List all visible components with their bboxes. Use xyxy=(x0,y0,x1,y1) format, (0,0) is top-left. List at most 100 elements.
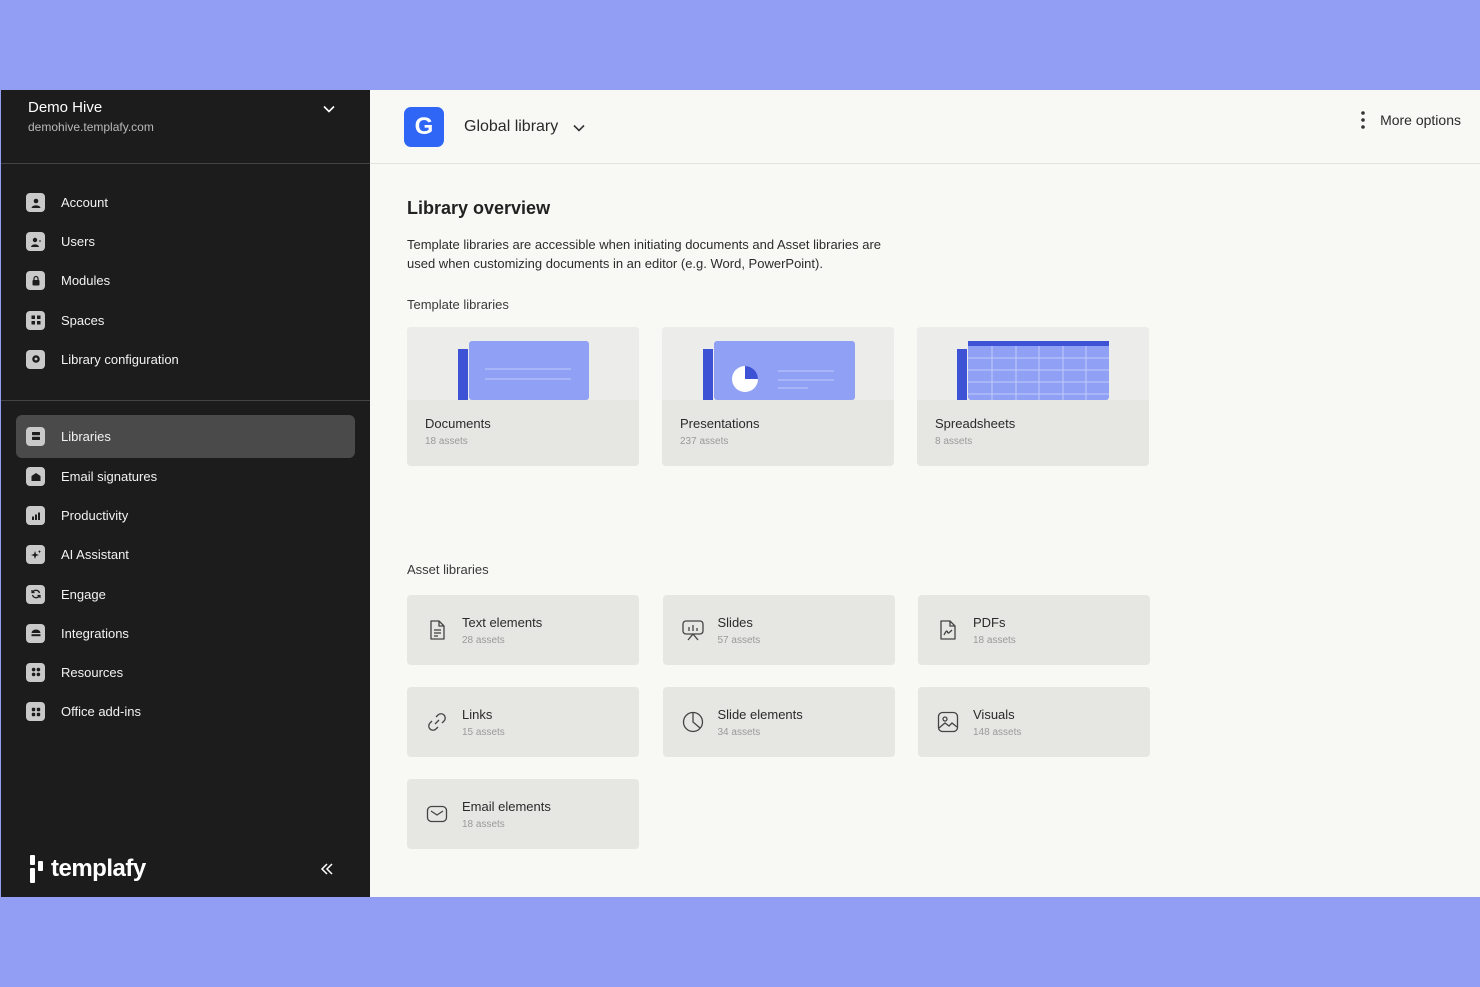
sidebar-item-label: Integrations xyxy=(61,625,129,641)
org-domain: demohive.templafy.com xyxy=(28,120,154,134)
sidebar-item-label: Resources xyxy=(61,664,124,680)
more-options-button[interactable]: More options xyxy=(1360,110,1461,130)
template-library-list: Documents 18 assets Presentations 237 as… xyxy=(407,327,1480,466)
sidebar-item-label: Account xyxy=(61,195,108,211)
sidebar-item-label: AI Assistant xyxy=(61,547,129,563)
users-icon xyxy=(26,232,45,252)
spaces-icon xyxy=(26,310,45,330)
refresh-icon xyxy=(26,584,45,604)
asset-card-email-elements[interactable]: Email elements 18 assets xyxy=(407,779,639,849)
envelope-icon xyxy=(426,805,448,823)
template-card-documents[interactable]: Documents 18 assets xyxy=(407,327,639,466)
template-name: Spreadsheets xyxy=(935,416,1016,431)
asset-card-slide-elements[interactable]: Slide elements 34 assets xyxy=(662,687,895,757)
addins-icon xyxy=(26,702,45,722)
collapse-sidebar-icon[interactable] xyxy=(318,860,336,878)
sparkle-icon xyxy=(26,545,45,565)
documents-thumbnail xyxy=(407,327,639,400)
template-count: 18 assets xyxy=(425,436,468,447)
asset-count: 28 assets xyxy=(462,634,505,646)
link-icon xyxy=(428,713,446,731)
sidebar-item-office-add-ins[interactable]: Office add-ins xyxy=(16,692,355,731)
sidebar-item-email-signatures[interactable]: Email signatures xyxy=(16,457,355,496)
more-vertical-icon xyxy=(1361,111,1365,129)
pdf-icon xyxy=(940,620,956,640)
main-nav: Libraries Email signatures Productivity … xyxy=(1,401,370,743)
asset-card-visuals[interactable]: Visuals 148 assets xyxy=(918,687,1150,757)
topbar: G Global library More options xyxy=(370,90,1480,164)
grid-icon xyxy=(26,662,45,682)
sidebar-item-label: Productivity xyxy=(61,508,129,524)
asset-count: 57 assets xyxy=(717,634,761,646)
asset-card-text-elements[interactable]: Text elements 28 assets xyxy=(407,595,639,665)
app-window: Demo Hive demohive.templafy.com Account … xyxy=(1,90,1480,897)
asset-libraries-heading: Asset libraries xyxy=(407,562,489,577)
asset-name: Email elements xyxy=(462,798,551,814)
lock-icon xyxy=(26,271,45,291)
sidebar-item-label: Engage xyxy=(61,586,106,602)
sidebar-item-label: Email signatures xyxy=(61,469,158,485)
sidebar: Demo Hive demohive.templafy.com Account … xyxy=(1,90,370,897)
template-name: Presentations xyxy=(680,416,760,431)
asset-name: Links xyxy=(462,706,493,722)
chevron-down-icon[interactable] xyxy=(322,102,336,116)
integrations-icon xyxy=(26,623,45,643)
chevron-down-icon[interactable] xyxy=(572,121,586,135)
asset-name: Slides xyxy=(717,614,753,630)
template-name: Documents xyxy=(425,416,491,431)
page-description: Template libraries are accessible when i… xyxy=(407,237,882,271)
template-card-presentations[interactable]: Presentations 237 assets xyxy=(662,327,894,466)
email-signature-icon xyxy=(26,467,45,487)
main-panel: G Global library More options Library ov… xyxy=(370,90,1480,897)
presentation-board-icon xyxy=(681,620,704,641)
asset-name: Slide elements xyxy=(717,706,803,722)
library-overview: Library overview Template libraries are … xyxy=(370,164,1480,849)
templafy-logo-icon xyxy=(30,855,43,883)
asset-library-list: Text elements 28 assets Slides 57 assets P… xyxy=(407,595,1480,849)
template-count: 8 assets xyxy=(935,436,973,447)
spreadsheets-thumbnail xyxy=(917,327,1149,400)
sidebar-item-label: Libraries xyxy=(61,428,111,444)
sidebar-item-library-configuration[interactable]: Library configuration xyxy=(16,340,355,379)
sidebar-item-spaces[interactable]: Spaces xyxy=(16,301,355,340)
asset-name: Text elements xyxy=(462,614,543,630)
sidebar-item-integrations[interactable]: Integrations xyxy=(16,614,355,653)
sidebar-item-label: Users xyxy=(61,234,95,250)
library-logo: G xyxy=(404,106,444,147)
chart-icon xyxy=(26,506,45,526)
asset-card-links[interactable]: Links 15 assets xyxy=(407,687,639,757)
template-libraries-heading: Template libraries xyxy=(407,297,509,312)
sidebar-item-label: Modules xyxy=(61,273,111,289)
org-switcher[interactable]: Demo Hive demohive.templafy.com xyxy=(1,90,370,164)
gear-icon xyxy=(26,349,45,369)
brand-name: templafy xyxy=(51,855,146,882)
template-card-spreadsheets[interactable]: Spreadsheets 8 assets xyxy=(917,327,1149,466)
asset-count: 18 assets xyxy=(462,818,505,830)
pie-chart-icon xyxy=(682,711,703,733)
admin-nav: Account Users Modules Spaces Library con… xyxy=(1,164,370,401)
org-name: Demo Hive xyxy=(28,99,103,116)
asset-card-pdfs[interactable]: PDFs 18 assets xyxy=(918,595,1150,665)
page-title: Library overview xyxy=(407,198,551,218)
asset-count: 15 assets xyxy=(462,726,505,738)
sidebar-item-productivity[interactable]: Productivity xyxy=(16,496,355,535)
sidebar-item-label: Office add-ins xyxy=(61,704,141,720)
asset-name: PDFs xyxy=(973,614,1006,630)
asset-count: 148 assets xyxy=(973,726,1022,738)
asset-name: Visuals xyxy=(973,706,1015,722)
sidebar-item-account[interactable]: Account xyxy=(16,183,355,222)
sidebar-item-resources[interactable]: Resources xyxy=(16,653,355,692)
sidebar-item-libraries[interactable]: Libraries xyxy=(16,414,355,458)
asset-count: 34 assets xyxy=(717,726,761,738)
sidebar-item-label: Spaces xyxy=(61,312,105,328)
library-title[interactable]: Global library xyxy=(464,118,558,136)
asset-card-slides[interactable]: Slides 57 assets xyxy=(662,595,895,665)
presentations-thumbnail xyxy=(662,327,894,400)
sidebar-item-ai-assistant[interactable]: AI Assistant xyxy=(16,535,355,574)
sidebar-item-users[interactable]: Users xyxy=(16,222,355,261)
sidebar-item-engage[interactable]: Engage xyxy=(16,575,355,614)
text-document-icon xyxy=(430,620,445,640)
image-icon xyxy=(937,711,959,733)
libraries-icon xyxy=(26,426,45,446)
sidebar-item-modules[interactable]: Modules xyxy=(16,261,355,300)
